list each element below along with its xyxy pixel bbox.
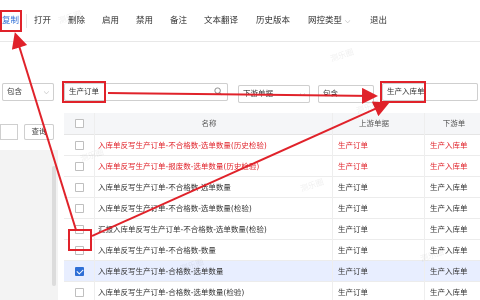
select-all-checkbox[interactable] bbox=[75, 119, 84, 128]
row-name: 入库单反写生产订单-不合格数-数量 bbox=[98, 246, 216, 255]
row-checkbox[interactable] bbox=[75, 141, 84, 150]
row-name: 入库单反写生产订单-合格数-选单数量(检验) bbox=[98, 288, 245, 297]
delete-button[interactable]: 删除 bbox=[68, 14, 85, 28]
remark-button[interactable]: 备注 bbox=[170, 14, 187, 28]
row-downstream: 生产入库单 bbox=[430, 267, 468, 276]
disable-button[interactable]: 禁用 bbox=[136, 14, 153, 28]
row-upstream: 生产订单 bbox=[338, 141, 368, 150]
row-checkbox[interactable] bbox=[75, 288, 84, 297]
downstream-field-select[interactable]: 下游单据 ⌵ bbox=[238, 85, 310, 103]
row-name: 汇报入库单反写生产订单-不合格数-选单数量(检验) bbox=[98, 225, 267, 234]
header-name: 名称 bbox=[201, 119, 217, 128]
exit-button[interactable]: 退出 bbox=[370, 14, 387, 28]
search-input[interactable]: 生产订单 bbox=[64, 83, 228, 101]
column-divider bbox=[424, 113, 425, 300]
row-downstream: 生产入库单 bbox=[430, 183, 468, 192]
chevron-down-icon: ⌵ bbox=[345, 17, 351, 25]
query-button[interactable]: 查询 bbox=[24, 124, 54, 140]
row-name: 入库单反写生产订单-合格数-选单数量 bbox=[98, 267, 224, 276]
row-downstream: 生产入库单 bbox=[430, 225, 468, 234]
left-operator-value: 包含 bbox=[7, 87, 22, 96]
watermark: 测乐圈 bbox=[329, 47, 355, 64]
downstream-field-value: 下游单据 bbox=[243, 89, 273, 98]
row-downstream: 生产入库单 bbox=[430, 288, 468, 297]
left-filter-panel: 查询 bbox=[0, 106, 58, 300]
row-name: 入库单反写生产订单-不合格数-选单数量(历史检验) bbox=[98, 141, 267, 150]
table-row[interactable]: 入库单反写生产订单-不合格数-选单数量(检验) 生产订单 生产入库单 bbox=[64, 198, 480, 219]
row-downstream: 生产入库单 bbox=[430, 141, 468, 150]
toolbar: 复制 打开 删除 启用 禁用 备注 文本翻译 历史版本 网控类型 ⌵ 退出 bbox=[0, 0, 480, 42]
chevron-down-icon: ⌵ bbox=[43, 88, 49, 96]
left-operator-select[interactable]: 包含 ⌵ bbox=[2, 83, 54, 101]
header-downstream: 下游单 bbox=[442, 119, 466, 128]
downstream-value-input[interactable]: 生产入库单 bbox=[382, 83, 478, 101]
open-button[interactable]: 打开 bbox=[34, 14, 51, 28]
row-checkbox[interactable] bbox=[75, 183, 84, 192]
downstream-operator-value: 包含 bbox=[323, 89, 338, 98]
net-type-menu[interactable]: 网控类型 ⌵ bbox=[308, 14, 350, 28]
row-checkbox[interactable] bbox=[75, 162, 84, 171]
downstream-operator-select[interactable]: 包含 ⌵ bbox=[318, 85, 374, 103]
row-checkbox[interactable] bbox=[75, 204, 84, 213]
row-upstream: 生产订单 bbox=[338, 246, 368, 255]
left-panel-scrollbar[interactable] bbox=[52, 166, 56, 286]
row-upstream: 生产订单 bbox=[338, 225, 368, 234]
row-upstream: 生产订单 bbox=[338, 183, 368, 192]
row-name: 入库单反写生产订单-不合格数-选单数量 bbox=[98, 183, 231, 192]
chevron-down-icon: ⌵ bbox=[363, 90, 369, 98]
history-button[interactable]: 历史版本 bbox=[256, 14, 290, 28]
row-name: 入库单反写生产订单-不合格数-选单数量(检验) bbox=[98, 204, 252, 213]
search-input-value: 生产订单 bbox=[69, 87, 99, 96]
left-panel-input[interactable] bbox=[0, 124, 18, 140]
downstream-value-text: 生产入库单 bbox=[387, 87, 425, 96]
copy-button[interactable]: 复制 bbox=[2, 14, 19, 28]
net-type-label: 网控类型 bbox=[308, 16, 343, 26]
table-row[interactable]: 入库单反写生产订单-不合格数-选单数量 生产订单 生产入库单 bbox=[64, 177, 480, 198]
toolbar-divider bbox=[26, 14, 27, 28]
table-row[interactable]: 入库单反写生产订单-合格数-选单数量 生产订单 生产入库单 bbox=[64, 261, 480, 282]
enable-button[interactable]: 启用 bbox=[102, 14, 119, 28]
grid-header: 名称 上游单据 下游单 bbox=[64, 113, 480, 135]
row-checkbox[interactable] bbox=[75, 267, 84, 276]
row-checkbox[interactable] bbox=[75, 246, 84, 255]
row-upstream: 生产订单 bbox=[338, 204, 368, 213]
row-downstream: 生产入库单 bbox=[430, 162, 468, 171]
rule-grid: 名称 上游单据 下游单 入库单反写生产订单-不合格数-选单数量(历史检验) 生产订… bbox=[64, 113, 480, 300]
translate-button[interactable]: 文本翻译 bbox=[204, 14, 238, 28]
search-icon[interactable] bbox=[214, 87, 223, 96]
row-downstream: 生产入库单 bbox=[430, 246, 468, 255]
row-upstream: 生产订单 bbox=[338, 162, 368, 171]
table-row[interactable]: 入库单反写生产订单-合格数-选单数量(检验) 生产订单 生产入库单 bbox=[64, 282, 480, 300]
row-downstream: 生产入库单 bbox=[430, 204, 468, 213]
table-row[interactable]: 入库单反写生产订单-不合格数-选单数量(历史检验) 生产订单 生产入库单 bbox=[64, 135, 480, 156]
chevron-down-icon: ⌵ bbox=[299, 90, 305, 98]
header-upstream: 上游单据 bbox=[359, 119, 389, 128]
column-divider bbox=[94, 113, 95, 300]
row-checkbox[interactable] bbox=[75, 225, 84, 234]
left-panel-list bbox=[0, 150, 58, 300]
table-row[interactable]: 入库单反写生产订单-报废数-选单数量(历史检验) 生产订单 生产入库单 bbox=[64, 156, 480, 177]
table-row[interactable]: 汇报入库单反写生产订单-不合格数-选单数量(检验) 生产订单 生产入库单 bbox=[64, 219, 480, 240]
column-divider bbox=[332, 113, 333, 300]
table-row[interactable]: 入库单反写生产订单-不合格数-数量 生产订单 生产入库单 bbox=[64, 240, 480, 261]
row-upstream: 生产订单 bbox=[338, 267, 368, 276]
row-name: 入库单反写生产订单-报废数-选单数量(历史检验) bbox=[98, 162, 260, 171]
row-upstream: 生产订单 bbox=[338, 288, 368, 297]
